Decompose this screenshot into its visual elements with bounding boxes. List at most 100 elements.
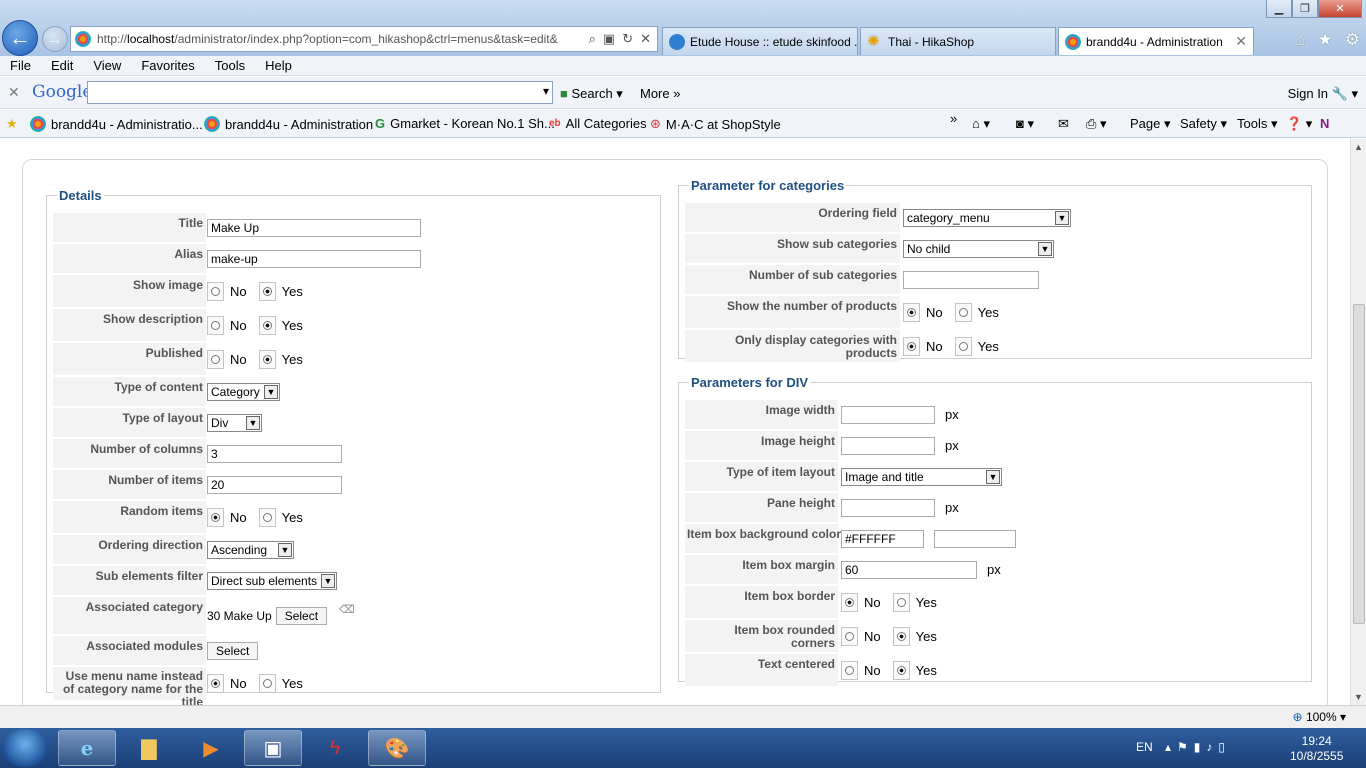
published-yes-radio[interactable] [258, 349, 276, 369]
favorite-link-5[interactable]: ⊛ M·A·C at ShopStyle [650, 116, 781, 132]
sign-in-button[interactable]: Sign In 🔧 ▾ [1288, 86, 1358, 102]
feeds-icon[interactable]: ◙ ▾ [1016, 116, 1034, 132]
close-toolbar-icon[interactable]: ✕ [8, 84, 20, 101]
zoom-control[interactable]: ⊕ 100% ▾ [1293, 710, 1346, 724]
scroll-up-icon[interactable]: ▲ [1354, 142, 1363, 152]
menu-view[interactable]: View [93, 58, 121, 73]
title-input[interactable] [207, 218, 421, 237]
select-modules-button[interactable]: Select [207, 641, 259, 660]
paint-task[interactable]: 🎨 [368, 730, 426, 766]
menu-name-yes-radio[interactable] [258, 674, 276, 693]
favorite-link-4[interactable]: eb All Categories [549, 116, 647, 131]
items-input[interactable] [207, 475, 342, 494]
columns-input[interactable] [207, 444, 342, 463]
random-no-radio[interactable] [207, 507, 224, 527]
add-favorites-icon[interactable]: ★ [6, 116, 18, 132]
onenote-icon[interactable]: N [1320, 116, 1329, 131]
tab-hikashop[interactable]: ✺ Thai - HikaShop [860, 27, 1056, 55]
show-number-yes-radio[interactable] [954, 302, 972, 322]
vertical-scrollbar[interactable]: ▲ ▼ [1350, 139, 1366, 705]
item-margin-input[interactable] [841, 560, 977, 579]
delete-category-icon[interactable]: ⌫ [339, 603, 355, 616]
safety-menu[interactable]: Safety ▾ [1180, 116, 1227, 132]
color-preview-input[interactable] [934, 529, 1016, 548]
mail-icon[interactable]: ✉ [1058, 116, 1069, 132]
home-icon[interactable]: ⌂ [1295, 30, 1305, 50]
computer-task[interactable]: ▣ [244, 730, 302, 766]
menu-edit[interactable]: Edit [51, 58, 73, 73]
show-number-no-radio[interactable] [903, 302, 920, 322]
page-menu[interactable]: Page ▾ [1130, 116, 1171, 132]
help-icon[interactable]: ❓ ▾ [1286, 116, 1312, 132]
sub-categories-select[interactable]: No child ▼ [903, 239, 1054, 258]
number-sub-categories-input[interactable] [903, 270, 1039, 289]
rounded-yes-radio[interactable] [892, 626, 910, 646]
stop-icon[interactable]: ✕ [640, 31, 651, 47]
compatibility-icon[interactable]: ▣ [603, 31, 615, 47]
background-color-input[interactable] [841, 529, 924, 548]
close-window-button[interactable]: ✕ [1318, 0, 1362, 18]
menu-name-no-radio[interactable] [207, 674, 224, 693]
favorite-link-1[interactable]: brandd4u - Administratio... [30, 116, 203, 132]
media-player-task[interactable]: ▶ [182, 730, 240, 766]
ordering-direction-select[interactable]: Ascending ▼ [207, 540, 294, 559]
sub-filter-select[interactable]: Direct sub elements ▼ [207, 571, 337, 590]
published-no-radio[interactable] [207, 349, 224, 369]
rounded-no-radio[interactable] [841, 626, 858, 646]
alias-input[interactable] [207, 249, 421, 268]
scrollbar-thumb[interactable] [1353, 304, 1365, 624]
show-description-no-radio[interactable] [207, 315, 224, 335]
only-with-products-yes-radio[interactable] [954, 336, 972, 356]
address-bar[interactable]: http://localhost/administrator/index.php… [70, 26, 658, 52]
refresh-icon[interactable]: ↻ [622, 31, 633, 47]
back-button[interactable]: ← [2, 20, 38, 56]
close-tab-icon[interactable]: ✕ [1235, 33, 1247, 50]
minimize-button[interactable]: ▁ [1266, 0, 1292, 18]
favorites-star-icon[interactable]: ★ [1318, 30, 1333, 50]
menu-tools[interactable]: Tools [215, 58, 245, 73]
pane-height-input[interactable] [841, 498, 935, 517]
scroll-down-icon[interactable]: ▼ [1354, 692, 1363, 702]
show-image-yes-radio[interactable] [258, 281, 276, 301]
tab-etude-house[interactable]: Etude House :: etude skinfood ... [662, 27, 858, 55]
google-more-button[interactable]: More » [640, 86, 680, 101]
item-border-no-radio[interactable] [841, 592, 858, 612]
show-image-no-radio[interactable] [207, 281, 224, 301]
item-border-yes-radio[interactable] [892, 592, 910, 612]
type-content-select[interactable]: Category ▼ [207, 382, 280, 401]
text-centered-no-radio[interactable] [841, 660, 858, 680]
type-layout-select[interactable]: Div ▼ [207, 413, 262, 432]
language-indicator[interactable]: EN [1136, 740, 1153, 754]
google-search-input[interactable] [87, 81, 553, 104]
image-width-input[interactable] [841, 405, 935, 424]
tab-brandd4u-admin[interactable]: brandd4u - Administration ✕ [1058, 27, 1254, 55]
menu-file[interactable]: File [10, 58, 31, 73]
explorer-task[interactable]: ▇ [120, 730, 178, 766]
text-centered-yes-radio[interactable] [892, 660, 910, 680]
random-yes-radio[interactable] [258, 507, 276, 527]
settings-gear-icon[interactable]: ⚙ [1345, 30, 1360, 50]
only-with-products-no-radio[interactable] [903, 336, 920, 356]
system-clock[interactable]: 19:24 10/8/2555 [1290, 734, 1343, 764]
internet-explorer-task[interactable]: e [58, 730, 116, 766]
item-layout-select[interactable]: Image and title ▼ [841, 467, 1002, 486]
favorite-link-2[interactable]: brandd4u - Administration [204, 116, 373, 132]
forward-button[interactable]: → [42, 26, 68, 52]
menu-favorites[interactable]: Favorites [141, 58, 194, 73]
filezilla-task[interactable]: ϟ [306, 730, 364, 766]
select-category-button[interactable]: Select [275, 606, 328, 625]
ordering-field-select[interactable]: category_menu ▼ [903, 208, 1071, 227]
image-height-input[interactable] [841, 436, 935, 455]
favorite-link-3[interactable]: G Gmarket - Korean No.1 Sh... [375, 116, 555, 131]
tools-menu[interactable]: Tools ▾ [1237, 116, 1278, 132]
system-tray[interactable]: ▴⚑▮♪▯ [1165, 740, 1231, 754]
show-description-yes-radio[interactable] [258, 315, 276, 335]
home-command-icon[interactable]: ⌂ ▾ [972, 116, 990, 132]
chevron-more-icon[interactable]: » [950, 111, 957, 126]
start-button[interactable] [2, 729, 48, 767]
maximize-button[interactable]: ❐ [1292, 0, 1318, 18]
print-icon[interactable]: ⎙ ▾ [1086, 116, 1107, 132]
address-url[interactable]: http://localhost/administrator/index.php… [97, 32, 567, 46]
search-icon[interactable]: ⌕ [589, 31, 596, 47]
menu-help[interactable]: Help [265, 58, 292, 73]
